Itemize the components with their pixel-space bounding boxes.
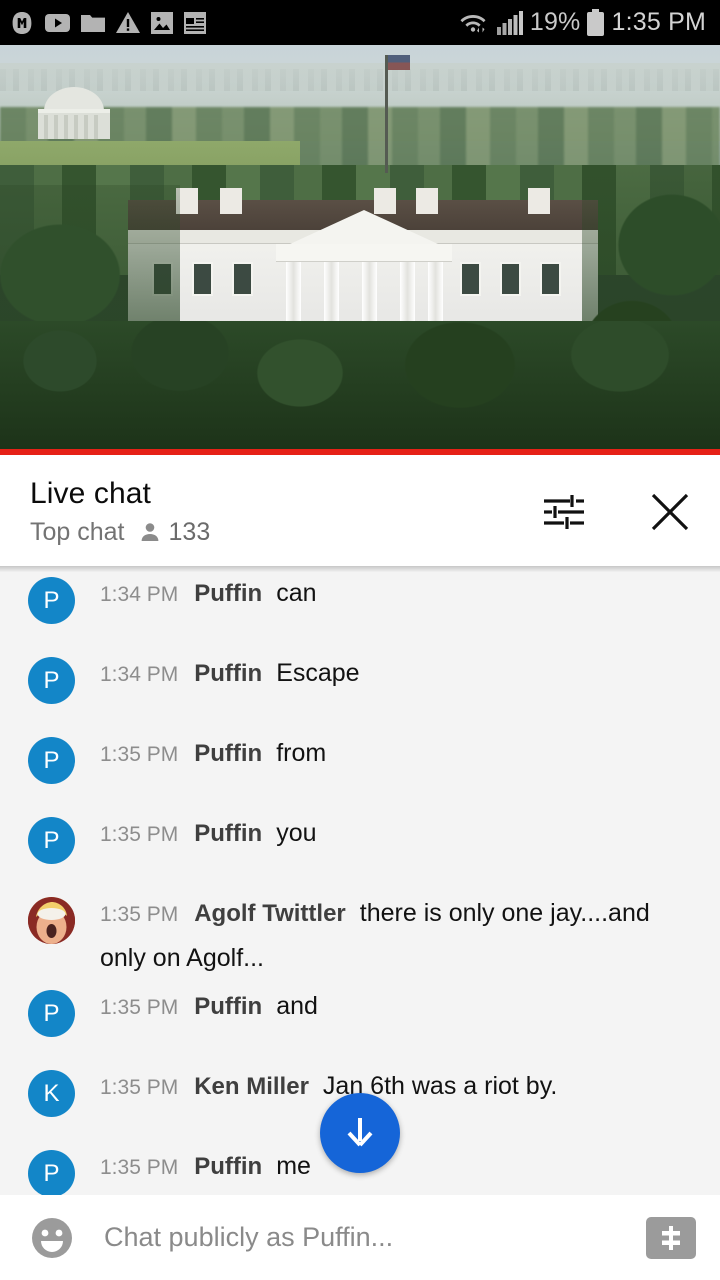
monogram-m-icon — [12, 11, 32, 34]
live-chat-title: Live chat — [30, 476, 151, 510]
super-chat-button[interactable] — [646, 1216, 696, 1259]
pediment — [290, 210, 438, 244]
status-bar-system-icons: 19% 1:35 PM — [460, 8, 706, 37]
chat-message-row[interactable]: P 1:34 PM Puffin Escape — [0, 652, 720, 732]
avatar-initial: K — [28, 1070, 75, 1117]
chat-message-body: 1:35 PM Puffin and — [100, 985, 318, 1033]
chat-message-body: 1:35 PM Puffin from — [100, 732, 326, 780]
youtube-icon — [45, 13, 70, 32]
avatar-initial: P — [28, 577, 75, 624]
avatar-photo — [28, 897, 75, 944]
cellular-signal-icon — [496, 10, 523, 35]
message-timestamp: 1:34 PM — [100, 583, 179, 606]
person-icon — [141, 523, 158, 541]
chat-message-body: 1:35 PM Puffin me — [100, 1145, 311, 1193]
chat-message-row[interactable]: P 1:34 PM Puffin can — [0, 572, 720, 652]
message-author[interactable]: Puffin — [194, 740, 262, 767]
chat-message-body: 1:35 PM Agolf Twittler there is only one j… — [100, 892, 700, 985]
foreground-treeline — [0, 321, 720, 449]
clock-label: 1:35 PM — [611, 8, 706, 36]
message-author[interactable]: Puffin — [194, 1153, 262, 1180]
flagpole — [385, 55, 388, 173]
chat-input-bar — [0, 1195, 720, 1280]
youtube-live-chat-screen: 19% 1:35 PM Live chat Top chat 133 P 1:3… — [0, 0, 720, 1280]
chat-message-input[interactable] — [104, 1222, 630, 1253]
chat-header-subtitle: Top chat 133 — [30, 518, 210, 547]
message-text: me — [276, 1152, 311, 1180]
close-chat-button[interactable] — [644, 486, 696, 538]
avatar-initial: P — [28, 737, 75, 784]
folder-icon — [81, 15, 105, 32]
avatar-initial: P — [28, 817, 75, 864]
close-x-icon — [651, 493, 689, 530]
status-bar-notification-icons — [10, 11, 206, 35]
battery-percent-label: 19% — [529, 8, 581, 36]
message-text: can — [276, 579, 317, 607]
wifi-data-transfer-icon — [460, 14, 486, 32]
chat-message-body: 1:34 PM Puffin Escape — [100, 652, 360, 700]
battery-icon — [587, 9, 605, 36]
emoji-picker-button[interactable] — [28, 1214, 76, 1262]
message-text: and — [276, 992, 318, 1020]
chat-settings-button[interactable] — [538, 486, 590, 538]
chat-message-row[interactable]: P 1:35 PM Puffin you — [0, 812, 720, 892]
chat-message-row[interactable]: P 1:35 PM Puffin and — [0, 985, 720, 1065]
tune-filter-icon — [544, 494, 584, 529]
message-text: from — [276, 739, 327, 767]
jefferson-memorial — [38, 87, 110, 139]
message-timestamp: 1:35 PM — [100, 996, 179, 1019]
status-bar: 19% 1:35 PM — [0, 0, 720, 45]
message-author[interactable]: Agolf Twittler — [194, 900, 346, 927]
image-icon — [151, 11, 173, 34]
chat-header-titles: Live chat Top chat 133 — [30, 477, 210, 547]
chat-mode-label[interactable]: Top chat — [30, 518, 125, 547]
chat-message-body: 1:34 PM Puffin can — [100, 572, 317, 620]
message-timestamp: 1:35 PM — [100, 743, 179, 766]
viewer-count-label: 133 — [168, 517, 211, 546]
warning-triangle-icon — [116, 12, 140, 33]
chat-message-body: 1:35 PM Ken Miller Jan 6th was a riot by. — [100, 1065, 557, 1113]
avatar-initial: P — [28, 657, 75, 704]
message-timestamp: 1:35 PM — [100, 823, 179, 846]
message-author[interactable]: Puffin — [194, 993, 262, 1020]
message-author[interactable]: Puffin — [194, 660, 262, 687]
chimney — [220, 188, 242, 214]
message-timestamp: 1:35 PM — [100, 1076, 179, 1099]
chat-message-row[interactable]: P 1:35 PM Puffin from — [0, 732, 720, 812]
avatar-initial: P — [28, 1150, 75, 1195]
message-author[interactable]: Puffin — [194, 820, 262, 847]
emoji-smiley-icon — [32, 1217, 72, 1258]
viewer-count: 133 — [138, 517, 211, 547]
message-timestamp: 1:35 PM — [100, 1156, 179, 1179]
chat-message-row[interactable]: 1:35 PM Agolf Twittler there is only one j… — [0, 892, 720, 985]
scroll-to-bottom-button[interactable] — [320, 1093, 400, 1173]
message-timestamp: 1:34 PM — [100, 663, 179, 686]
chat-header-actions — [538, 486, 696, 538]
message-author[interactable]: Ken Miller — [194, 1073, 309, 1100]
arrow-down-icon — [347, 1118, 373, 1147]
message-text: you — [276, 819, 317, 847]
chimney — [528, 188, 550, 214]
message-timestamp: 1:35 PM — [100, 903, 179, 926]
super-chat-dollar-icon — [662, 1225, 680, 1250]
american-flag — [388, 55, 410, 70]
message-author[interactable]: Puffin — [194, 580, 262, 607]
avatar-initial: P — [28, 990, 75, 1037]
entablature — [276, 244, 452, 262]
message-text: Escape — [276, 659, 360, 687]
news-note-icon — [184, 11, 206, 34]
video-player[interactable] — [0, 45, 720, 449]
live-chat-header: Live chat Top chat 133 — [0, 455, 720, 568]
chat-message-body: 1:35 PM Puffin you — [100, 812, 317, 860]
message-text: there is only one jay....and only on Ago… — [100, 899, 650, 972]
